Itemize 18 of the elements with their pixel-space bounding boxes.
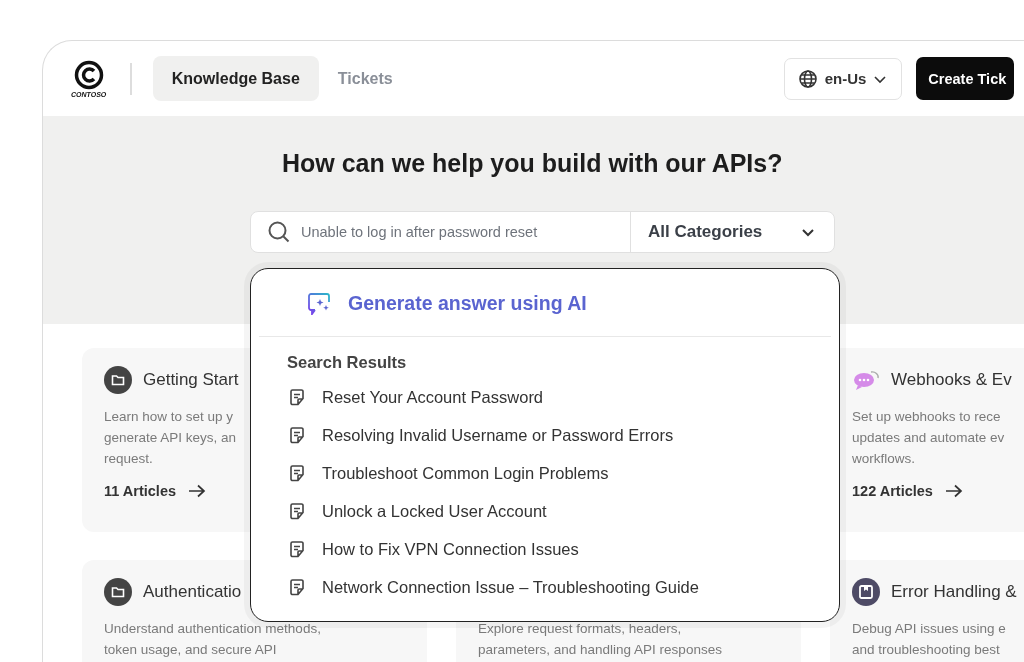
card-description: request.	[104, 450, 153, 468]
card-title: Getting Start	[143, 370, 239, 390]
card-description: parameters, and handling API responses	[478, 641, 722, 659]
card-description: generate API keys, an	[104, 429, 237, 447]
card-title: Authenticatio	[143, 582, 242, 602]
hero-title: How can we help you build with our APIs?	[282, 149, 783, 178]
card-description: and troubleshooting best	[852, 641, 1000, 659]
card-description: Understand authentication methods,	[104, 620, 321, 638]
card-description: Set up webhooks to rece	[852, 408, 1001, 426]
card-title: Error Handling &	[891, 582, 1017, 602]
card-description: Debug API issues using e	[852, 620, 1006, 638]
card-description: Explore request formats, headers,	[478, 620, 682, 638]
section-heading: Search Results	[287, 353, 407, 372]
card-description: token usage, and secure API	[104, 641, 277, 659]
card-description: workflows.	[852, 450, 915, 468]
card-description: Learn how to set up y	[104, 408, 234, 426]
card-description: updates and automate ev	[852, 429, 1005, 447]
card-title: Webhooks & Ev	[891, 370, 1012, 390]
